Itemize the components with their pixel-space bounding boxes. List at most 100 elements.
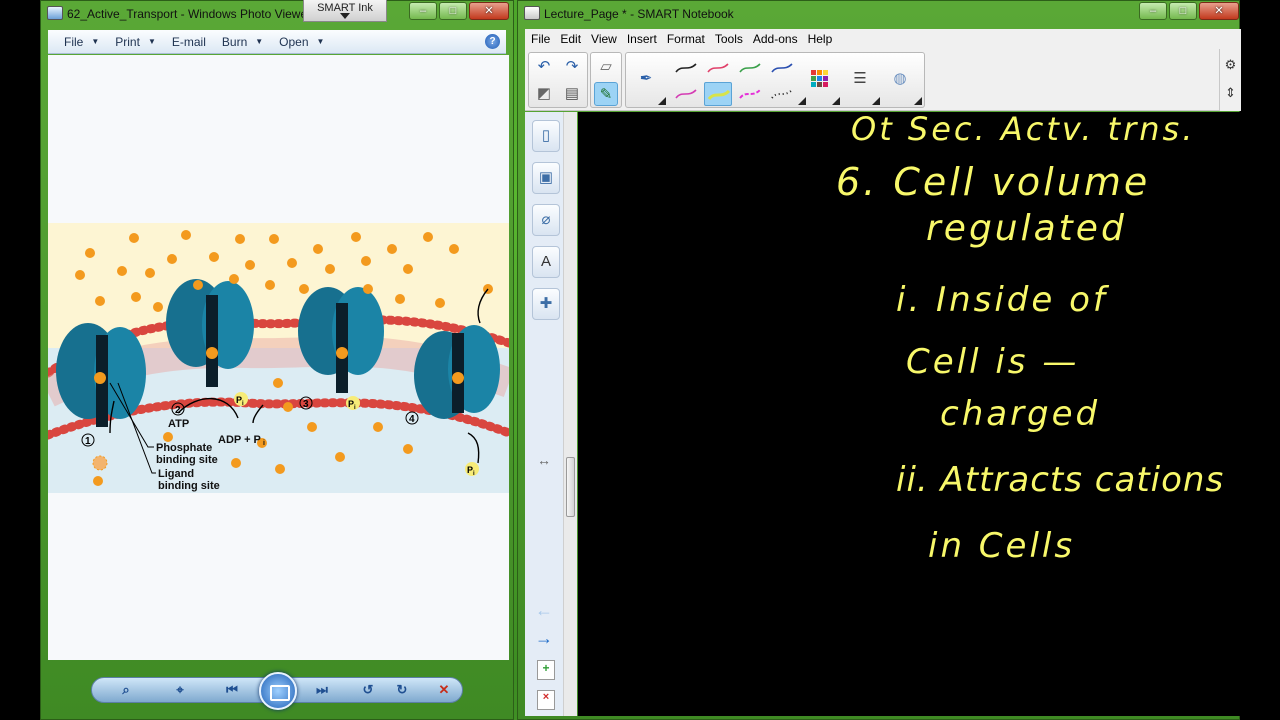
pen-style-6-selected[interactable]	[704, 82, 732, 106]
properties-icon[interactable]: A	[532, 246, 560, 278]
chevron-down-icon[interactable]	[658, 97, 666, 105]
menu-file[interactable]: File	[531, 32, 550, 46]
gear-icon[interactable]: ⚙	[1220, 57, 1241, 73]
active-transport-diagram: 1 2 3 4 P i P i P i ATP ADP + P i Phosph…	[48, 223, 509, 493]
menu-insert[interactable]: Insert	[627, 32, 657, 46]
photo-viewer-window-buttons: – □ ✕	[409, 2, 509, 20]
attachments-icon[interactable]: ⌀	[532, 204, 560, 236]
close-button[interactable]: ✕	[1199, 2, 1239, 20]
handwritten-notes: Ot Sec. Actv. trns. 6. Cell volume regul…	[578, 112, 1241, 716]
menu-format[interactable]: Format	[667, 32, 705, 46]
minimize-button[interactable]: –	[409, 2, 437, 20]
menu-print[interactable]: Print ▼	[115, 35, 156, 49]
menu-email[interactable]: E-mail	[172, 35, 206, 49]
menu-view[interactable]: View	[591, 32, 617, 46]
maximize-button[interactable]: □	[1169, 2, 1197, 20]
rotate-counterclockwise-icon[interactable]: ↺	[357, 681, 379, 699]
redo-icon[interactable]: ↷	[560, 55, 584, 79]
smart-ink-toolbar[interactable]: SMART Ink	[303, 0, 387, 22]
whiteboard-canvas[interactable]: Ot Sec. Actv. trns. 6. Cell volume regul…	[578, 112, 1241, 716]
chevron-down-icon: ▼	[255, 37, 264, 46]
step-2-label: 2	[175, 405, 181, 416]
menu-tools[interactable]: Tools	[715, 32, 743, 46]
photo-viewer-titlebar[interactable]: 62_Active_Transport - Windows Photo View…	[41, 1, 513, 27]
menu-open[interactable]: Open ▼	[279, 35, 324, 49]
pen-style-8[interactable]	[768, 82, 796, 106]
notebook-titlebar[interactable]: Lecture_Page * - SMART Notebook – □ ✕	[518, 1, 1239, 27]
addons-icon[interactable]: ✚	[532, 288, 560, 320]
notebook-window-buttons: – □ ✕	[1139, 2, 1239, 20]
scrollbar-thumb[interactable]	[566, 457, 575, 517]
side-panel-scrollbar[interactable]	[563, 112, 577, 716]
toolbar-right-controls: ⚙ ⇕	[1219, 49, 1241, 111]
chevron-down-icon: ▼	[316, 37, 325, 46]
ink-line-6: charged	[940, 394, 1101, 434]
pens-icon[interactable]: ✎	[594, 82, 618, 106]
minimize-button[interactable]: –	[1139, 2, 1167, 20]
chevron-down-icon[interactable]	[832, 97, 840, 105]
move-toolbar-icon[interactable]: ⇕	[1220, 85, 1241, 101]
ink-line-5: Cell is —	[906, 342, 1080, 382]
rotate-clockwise-icon[interactable]: ↻	[391, 681, 413, 699]
delete-page-icon[interactable]: ×	[537, 690, 555, 710]
zoom-icon[interactable]: ⌕	[115, 681, 137, 699]
photo-viewer-window: 62_Active_Transport - Windows Photo View…	[40, 0, 514, 720]
history-tool-group: ↶ ↷ ◩ ▤	[528, 52, 588, 108]
ligand-label-2: binding site	[158, 480, 220, 492]
chevron-down-icon[interactable]	[914, 97, 922, 105]
close-button[interactable]: ✕	[469, 2, 509, 20]
step-4-label: 4	[409, 414, 415, 425]
page-sorter-icon[interactable]: ▯	[532, 120, 560, 152]
pen-style-4[interactable]	[768, 56, 796, 80]
photo-viewer-app-icon	[47, 6, 63, 20]
phosphate-label: Phosphate	[156, 442, 212, 454]
undo-icon[interactable]: ↶	[532, 55, 556, 79]
previous-icon[interactable]: ⏮	[221, 681, 243, 699]
menu-help[interactable]: Help	[808, 32, 833, 46]
photo-viewer-title: 62_Active_Transport - Windows Photo View…	[67, 7, 312, 21]
back-arrow-icon[interactable]: ←	[535, 600, 553, 621]
chevron-down-icon[interactable]	[872, 97, 880, 105]
actual-size-icon[interactable]: ⌖	[169, 681, 191, 699]
slideshow-button[interactable]	[259, 672, 297, 710]
forward-arrow-icon[interactable]: →	[535, 628, 553, 649]
menu-label: Burn	[221, 34, 248, 49]
menu-file[interactable]: File ▼	[64, 35, 99, 49]
photo-viewer-controls: ⌕ ⌖ ⏮ ⏭ ↺ ↻ ✕	[41, 661, 515, 720]
notebook-toolbar: ↶ ↷ ◩ ▤ ▱ ✎ ✒ ☰ ◍	[525, 49, 1241, 111]
fill-effects-icon[interactable]: ◍	[888, 67, 912, 91]
pen-style-7[interactable]	[736, 82, 764, 106]
resize-arrows-icon[interactable]: ↔	[537, 452, 551, 468]
delete-icon[interactable]: ✕	[433, 681, 455, 699]
add-page-icon[interactable]: +	[537, 660, 555, 680]
chevron-down-icon	[340, 13, 350, 19]
color-palette-icon[interactable]	[806, 67, 834, 91]
adp-label: ADP + P	[218, 434, 261, 446]
pen-style-1[interactable]	[672, 56, 700, 80]
help-icon[interactable]: ?	[485, 34, 500, 49]
eraser-icon[interactable]: ▱	[594, 55, 618, 79]
chevron-down-icon: ▼	[147, 37, 156, 46]
pen-icon[interactable]: ✒	[634, 67, 658, 91]
pen-style-2[interactable]	[704, 56, 732, 80]
chevron-down-icon[interactable]	[798, 97, 806, 105]
menu-label: Print	[115, 34, 140, 49]
ink-line-7: ii. Attracts cations	[896, 460, 1225, 500]
step-3-label: 3	[303, 399, 309, 410]
ink-line-3: regulated	[926, 208, 1127, 249]
table-icon[interactable]: ▤	[560, 82, 584, 106]
pen-style-5[interactable]	[672, 82, 700, 106]
menu-edit[interactable]: Edit	[560, 32, 581, 46]
line-style-icon[interactable]: ☰	[848, 67, 872, 91]
gallery-icon[interactable]: ▣	[532, 162, 560, 194]
pen-style-3[interactable]	[736, 56, 764, 80]
menu-label: Open	[279, 34, 309, 49]
screen-shade-icon[interactable]: ◩	[532, 82, 556, 106]
maximize-button[interactable]: □	[439, 2, 467, 20]
menu-addons[interactable]: Add-ons	[753, 32, 798, 46]
notebook-title: Lecture_Page * - SMART Notebook	[544, 7, 734, 21]
phosphate-label-2: binding site	[156, 454, 218, 466]
notebook-menubar: File Edit View Insert Format Tools Add-o…	[525, 29, 1241, 49]
menu-burn[interactable]: Burn ▼	[222, 35, 263, 49]
next-icon[interactable]: ⏭	[311, 681, 333, 699]
